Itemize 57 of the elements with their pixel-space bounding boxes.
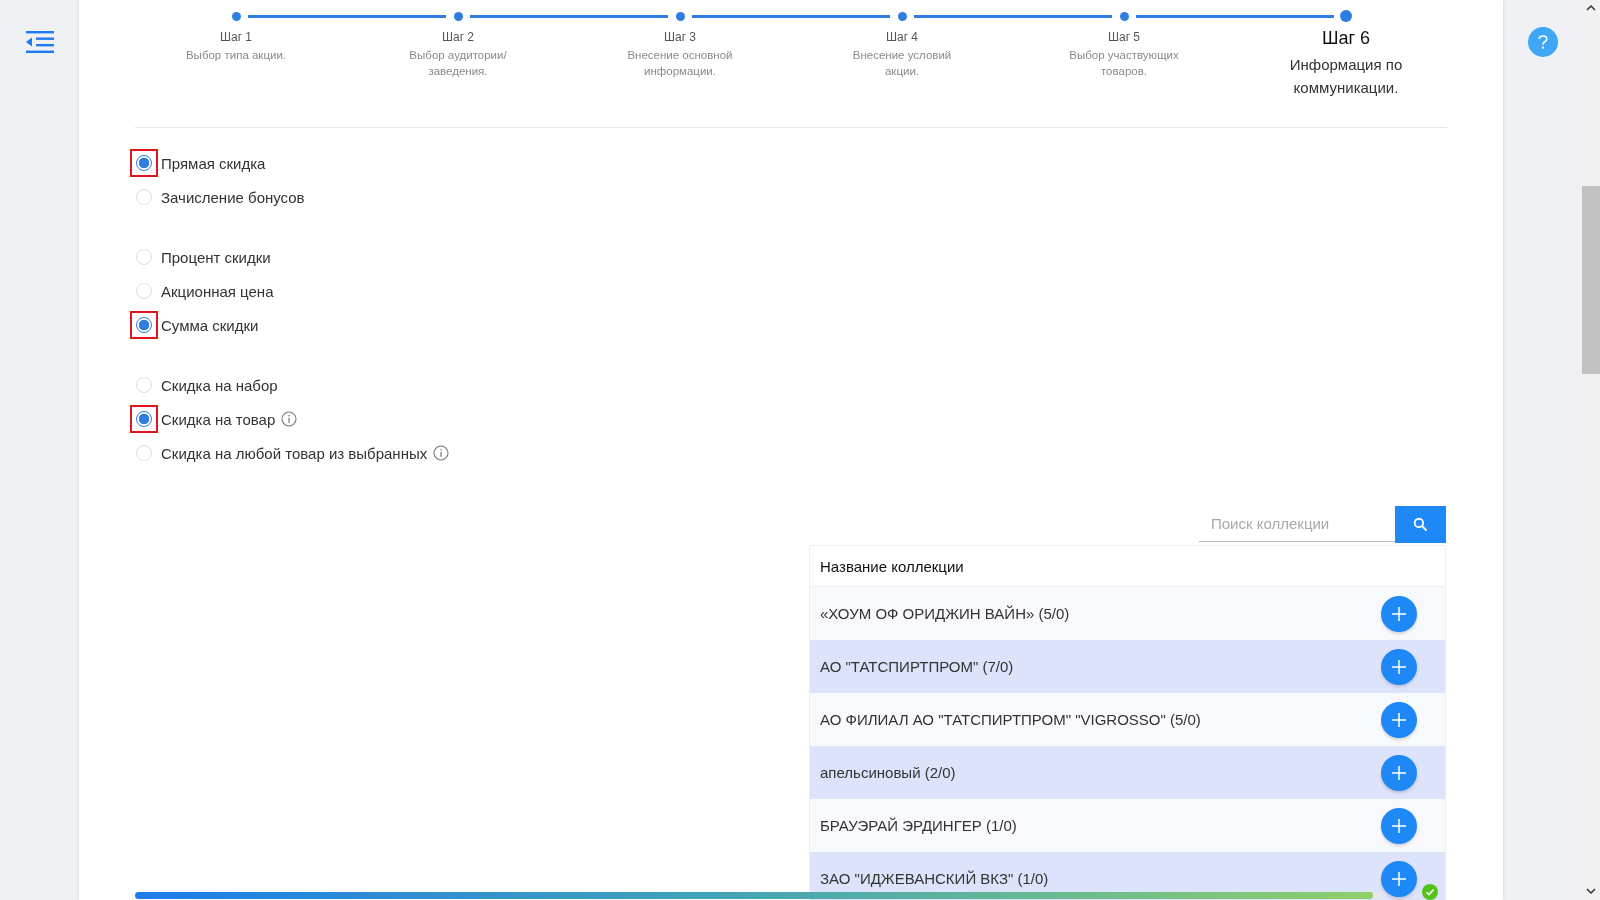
step-label: Шаг 3 bbox=[663, 30, 697, 44]
step-description: Информация по коммуникации. bbox=[1288, 55, 1404, 98]
add-button[interactable] bbox=[1381, 595, 1417, 632]
radio-button[interactable] bbox=[130, 311, 158, 339]
table-row[interactable]: АО "ТАТСПИРТПРОМ" (7/0) bbox=[810, 640, 1445, 693]
plus-icon bbox=[1391, 711, 1407, 728]
add-button[interactable] bbox=[1381, 807, 1417, 844]
table-cell: апельсиновый (2/0) bbox=[820, 764, 956, 781]
table-cell: ЗАО "ИДЖЕВАНСКИЙ ВКЗ" (1/0) bbox=[820, 870, 1049, 887]
step-description: Выбор аудитории/заведения. bbox=[408, 48, 508, 79]
plus-icon bbox=[1391, 658, 1407, 675]
plus-icon bbox=[1391, 605, 1407, 622]
radio-label[interactable]: Скидка на набор bbox=[161, 376, 278, 394]
radio-button[interactable] bbox=[130, 149, 158, 177]
add-button[interactable] bbox=[1381, 754, 1417, 791]
radio-label[interactable]: Процент скидки bbox=[161, 248, 271, 266]
radio-label[interactable]: Зачисление бонусов bbox=[161, 188, 305, 206]
add-button[interactable] bbox=[1381, 860, 1417, 897]
table-cell: АО ФИЛИАЛ АО "ТАТСПИРТПРОМ" "VIGROSSO" (5/0) bbox=[820, 711, 1201, 728]
step-description: Выбор типа акции. bbox=[184, 48, 288, 63]
scroll-up-icon[interactable] bbox=[1586, 5, 1596, 11]
plus-icon bbox=[1391, 764, 1407, 781]
collapse-menu-icon[interactable] bbox=[25, 31, 54, 53]
table-row[interactable]: «ХОУМ ОФ ОРИДЖИН ВАЙН» (5/0) bbox=[810, 587, 1445, 640]
table-row[interactable]: АО ФИЛИАЛ АО "ТАТСПИРТПРОМ" "VIGROSSO" (5/0) bbox=[810, 693, 1445, 746]
table-cell: БРАУЭРАЙ ЭРДИНГЕР (1/0) bbox=[820, 817, 1017, 834]
step-description: Внесение условий акции. bbox=[851, 48, 953, 79]
step-label: Шаг 1 bbox=[219, 30, 253, 44]
step-description: Выбор участвующих товаров. bbox=[1068, 48, 1180, 79]
step-label: Шаг 2 bbox=[441, 30, 475, 44]
plus-icon bbox=[1391, 870, 1407, 887]
add-button[interactable] bbox=[1381, 701, 1417, 738]
scrollbar[interactable] bbox=[1582, 0, 1600, 900]
radio-button[interactable] bbox=[130, 405, 158, 433]
step-description: Внесение основной информации. bbox=[626, 48, 734, 79]
step-label: Шаг 6 bbox=[1321, 28, 1371, 49]
radio-label[interactable]: Скидка на любой товар из выбранных bbox=[161, 444, 428, 462]
radio-label[interactable]: Прямая скидка bbox=[161, 154, 266, 172]
search-icon bbox=[1413, 517, 1428, 532]
table-cell: «ХОУМ ОФ ОРИДЖИН ВАЙН» (5/0) bbox=[820, 605, 1070, 622]
table-row[interactable]: апельсиновый (2/0) bbox=[810, 746, 1445, 799]
help-button[interactable] bbox=[1527, 27, 1558, 57]
radio-label[interactable]: Акционная цена bbox=[161, 282, 274, 300]
add-button[interactable] bbox=[1381, 648, 1417, 685]
step-label: Шаг 4 bbox=[885, 30, 919, 44]
plus-icon bbox=[1391, 817, 1407, 834]
table-cell: АО "ТАТСПИРТПРОМ" (7/0) bbox=[820, 658, 1014, 675]
step-label: Шаг 5 bbox=[1107, 30, 1141, 44]
question-icon bbox=[1536, 34, 1549, 50]
info-icon[interactable] bbox=[433, 445, 450, 461]
info-icon[interactable] bbox=[281, 411, 298, 427]
scrollbar-thumb[interactable] bbox=[1582, 186, 1600, 374]
radio-label[interactable]: Скидка на товар bbox=[161, 410, 276, 428]
search-button[interactable] bbox=[1395, 506, 1446, 543]
table-row[interactable]: БРАУЭРАЙ ЭРДИНГЕР (1/0) bbox=[810, 799, 1445, 852]
scroll-down-icon[interactable] bbox=[1586, 888, 1596, 894]
radio-label[interactable]: Сумма скидки bbox=[161, 316, 259, 334]
